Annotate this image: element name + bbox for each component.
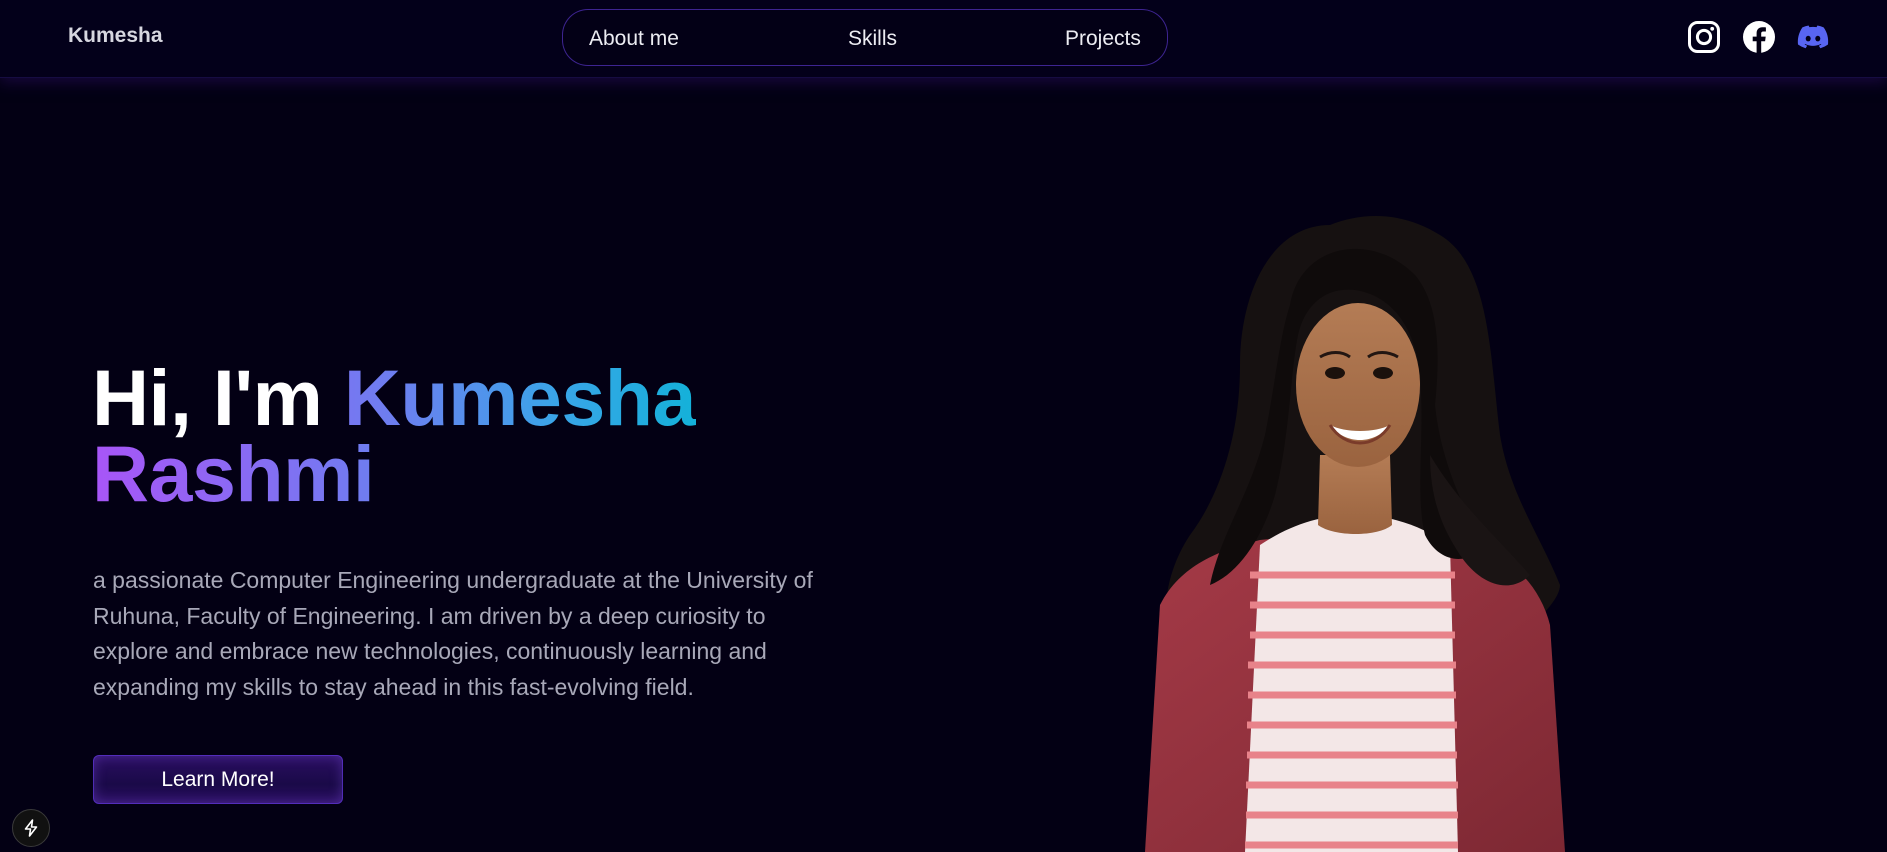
- hero-last-name: Rashmi: [92, 429, 375, 518]
- bolt-badge[interactable]: [12, 809, 50, 847]
- hero-title: Hi, I'm Kumesha Rashmi: [92, 358, 696, 513]
- learn-more-button[interactable]: Learn More!: [93, 755, 343, 804]
- nav-link-about[interactable]: About me: [589, 27, 679, 51]
- facebook-icon[interactable]: [1742, 20, 1776, 54]
- brand-logo[interactable]: Kumesha: [68, 24, 163, 48]
- nav-link-skills[interactable]: Skills: [848, 27, 897, 51]
- nav-links-pill: About me Skills Projects: [562, 9, 1168, 66]
- nav-link-projects[interactable]: Projects: [1065, 27, 1141, 51]
- hero-description: a passionate Computer Engineering underg…: [93, 567, 813, 700]
- discord-icon[interactable]: [1796, 20, 1830, 54]
- hero-first-name: Kumesha: [343, 353, 697, 442]
- hero-title-line-2: Rashmi: [92, 434, 696, 513]
- portfolio-page: Kumesha About me Skills Projects Hi, I'm…: [0, 0, 1887, 852]
- top-navbar: Kumesha About me Skills Projects: [0, 0, 1887, 78]
- bolt-icon: [24, 819, 38, 837]
- hero-title-line-1: Hi, I'm Kumesha: [92, 358, 696, 437]
- profile-portrait: [1140, 205, 1580, 852]
- instagram-icon[interactable]: [1687, 20, 1721, 54]
